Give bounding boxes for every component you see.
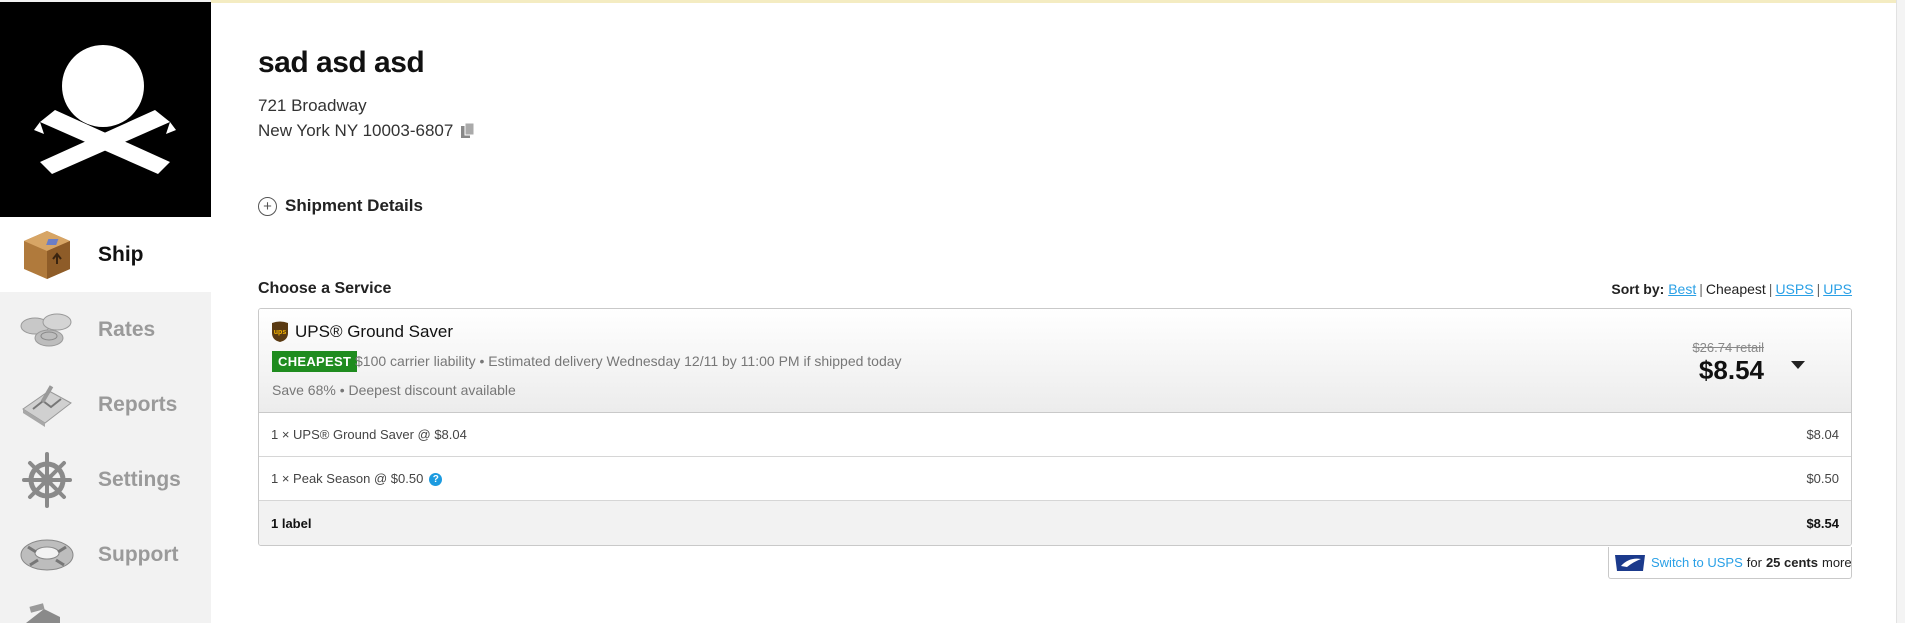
sidebar-item-label: Support: [98, 542, 179, 566]
sort-separator: |: [1768, 281, 1773, 297]
switch-offer-amount: 25 cents: [1765, 555, 1818, 570]
address-line-1: 721 Broadway: [258, 96, 367, 115]
sort-by-label: Sort by:: [1611, 281, 1665, 297]
sidebar-item-label: Rates: [98, 317, 156, 341]
sidebar-item-more-icon[interactable]: [20, 603, 66, 623]
service-description: $100 carrier liability • Estimated deliv…: [355, 353, 902, 369]
choose-service-heading: Choose a Service: [258, 280, 392, 297]
service-price: $8.54: [1698, 355, 1764, 385]
sidebar-item-settings[interactable]: Settings: [0, 442, 211, 517]
reports-icon: [18, 376, 76, 434]
sidebar: Ship Rates Reports Settings Support: [0, 0, 211, 623]
plus-circle-icon: +: [258, 196, 277, 216]
sort-by: Sort by: Best | Cheapest | USPS | UPS: [1611, 281, 1852, 297]
sort-separator: |: [1699, 281, 1703, 297]
top-border: [0, 0, 1905, 3]
svg-text:ups: ups: [274, 329, 287, 336]
package-icon: [18, 226, 76, 284]
usps-eagle-icon: [1615, 553, 1645, 573]
coins-icon: [18, 301, 76, 359]
total-row: 1 label $8.54: [259, 501, 1851, 545]
sort-option-ups[interactable]: UPS: [1823, 281, 1852, 297]
recipient-name: sad asd asd: [258, 46, 425, 79]
sort-option-best[interactable]: Best: [1668, 281, 1696, 297]
sort-option-cheapest[interactable]: Cheapest: [1706, 281, 1766, 297]
switch-to-usps-link[interactable]: Switch to USPS: [1651, 555, 1743, 570]
service-card: ups UPS® Ground Saver CHEAPEST $100 carr…: [258, 308, 1852, 546]
switch-carrier-offer: Switch to USPS for 25 cents more: [1608, 547, 1852, 579]
ups-logo-icon: ups: [271, 321, 289, 343]
cheapest-badge: CHEAPEST: [272, 351, 358, 372]
line-item-amount: $0.50: [1806, 471, 1839, 486]
service-name: UPS® Ground Saver: [295, 322, 454, 341]
line-item-row: 1 × Peak Season @ $0.50? $0.50: [259, 457, 1851, 501]
carrier-title: ups UPS® Ground Saver: [271, 321, 453, 343]
chevron-down-icon[interactable]: [1790, 357, 1806, 373]
sidebar-item-label: Reports: [98, 392, 178, 416]
help-icon[interactable]: ?: [429, 473, 443, 487]
total-label: 1 label: [271, 515, 312, 531]
switch-offer-for: for: [1746, 555, 1762, 570]
pirate-logo[interactable]: [0, 2, 211, 217]
sort-option-usps[interactable]: USPS: [1775, 281, 1813, 297]
page-scrollbar[interactable]: [1896, 0, 1905, 623]
total-amount: $8.54: [1806, 515, 1839, 531]
switch-offer-suffix: more: [1821, 555, 1852, 570]
service-savings: Save 68% • Deepest discount available: [272, 382, 516, 398]
line-item-label-wrap: 1 × Peak Season @ $0.50?: [271, 470, 443, 487]
ship-wheel-icon: [18, 451, 76, 509]
sidebar-item-label: Settings: [98, 467, 181, 491]
address-line-2-text: New York NY 10003-6807: [258, 121, 454, 140]
sidebar-item-ship[interactable]: Ship: [0, 217, 211, 292]
skull-crossbones-icon: [34, 45, 176, 174]
shipment-details-label: Shipment Details: [285, 196, 423, 215]
line-item-row: 1 × UPS® Ground Saver @ $8.04 $8.04: [259, 413, 1851, 457]
line-item-label: 1 × Peak Season @ $0.50: [271, 470, 424, 486]
line-item-amount: $8.04: [1806, 427, 1839, 442]
sidebar-item-rates[interactable]: Rates: [0, 292, 211, 367]
shipment-details-toggle[interactable]: + Shipment Details: [258, 196, 423, 216]
retail-price: $26.74 retail: [1692, 340, 1764, 355]
line-item-label: 1 × UPS® Ground Saver @ $8.04: [271, 427, 467, 442]
copy-icon[interactable]: [459, 122, 477, 140]
sidebar-item-label: Ship: [98, 242, 144, 266]
sort-separator: |: [1816, 281, 1821, 297]
lifebuoy-icon: [18, 526, 76, 584]
sidebar-item-support[interactable]: Support: [0, 517, 211, 592]
sidebar-item-reports[interactable]: Reports: [0, 367, 211, 442]
service-card-header[interactable]: ups UPS® Ground Saver CHEAPEST $100 carr…: [259, 309, 1851, 413]
address-line-2: New York NY 10003-6807: [258, 121, 477, 141]
